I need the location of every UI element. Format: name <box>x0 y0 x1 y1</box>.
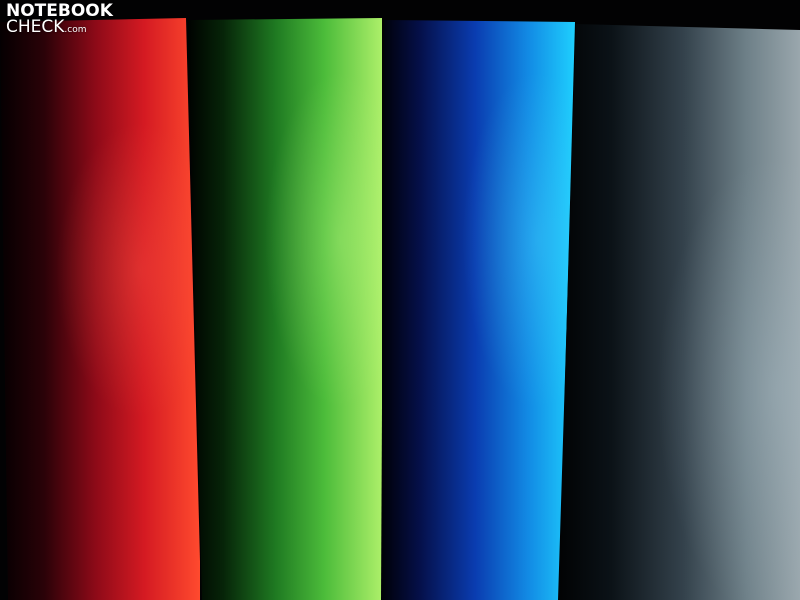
blue-color-bar <box>381 20 575 600</box>
logo-line-check: CHECK.com <box>6 19 113 36</box>
logo-check-text: CHECK <box>6 17 65 37</box>
screen-photo: NOTEBOOK CHECK.com <box>0 0 800 600</box>
logo-domain-suffix: .com <box>64 25 87 35</box>
notebookcheck-watermark-logo: NOTEBOOK CHECK.com <box>6 3 113 36</box>
green-color-bar <box>188 18 382 600</box>
red-color-bar <box>0 18 200 600</box>
gray-color-bar <box>558 24 800 600</box>
